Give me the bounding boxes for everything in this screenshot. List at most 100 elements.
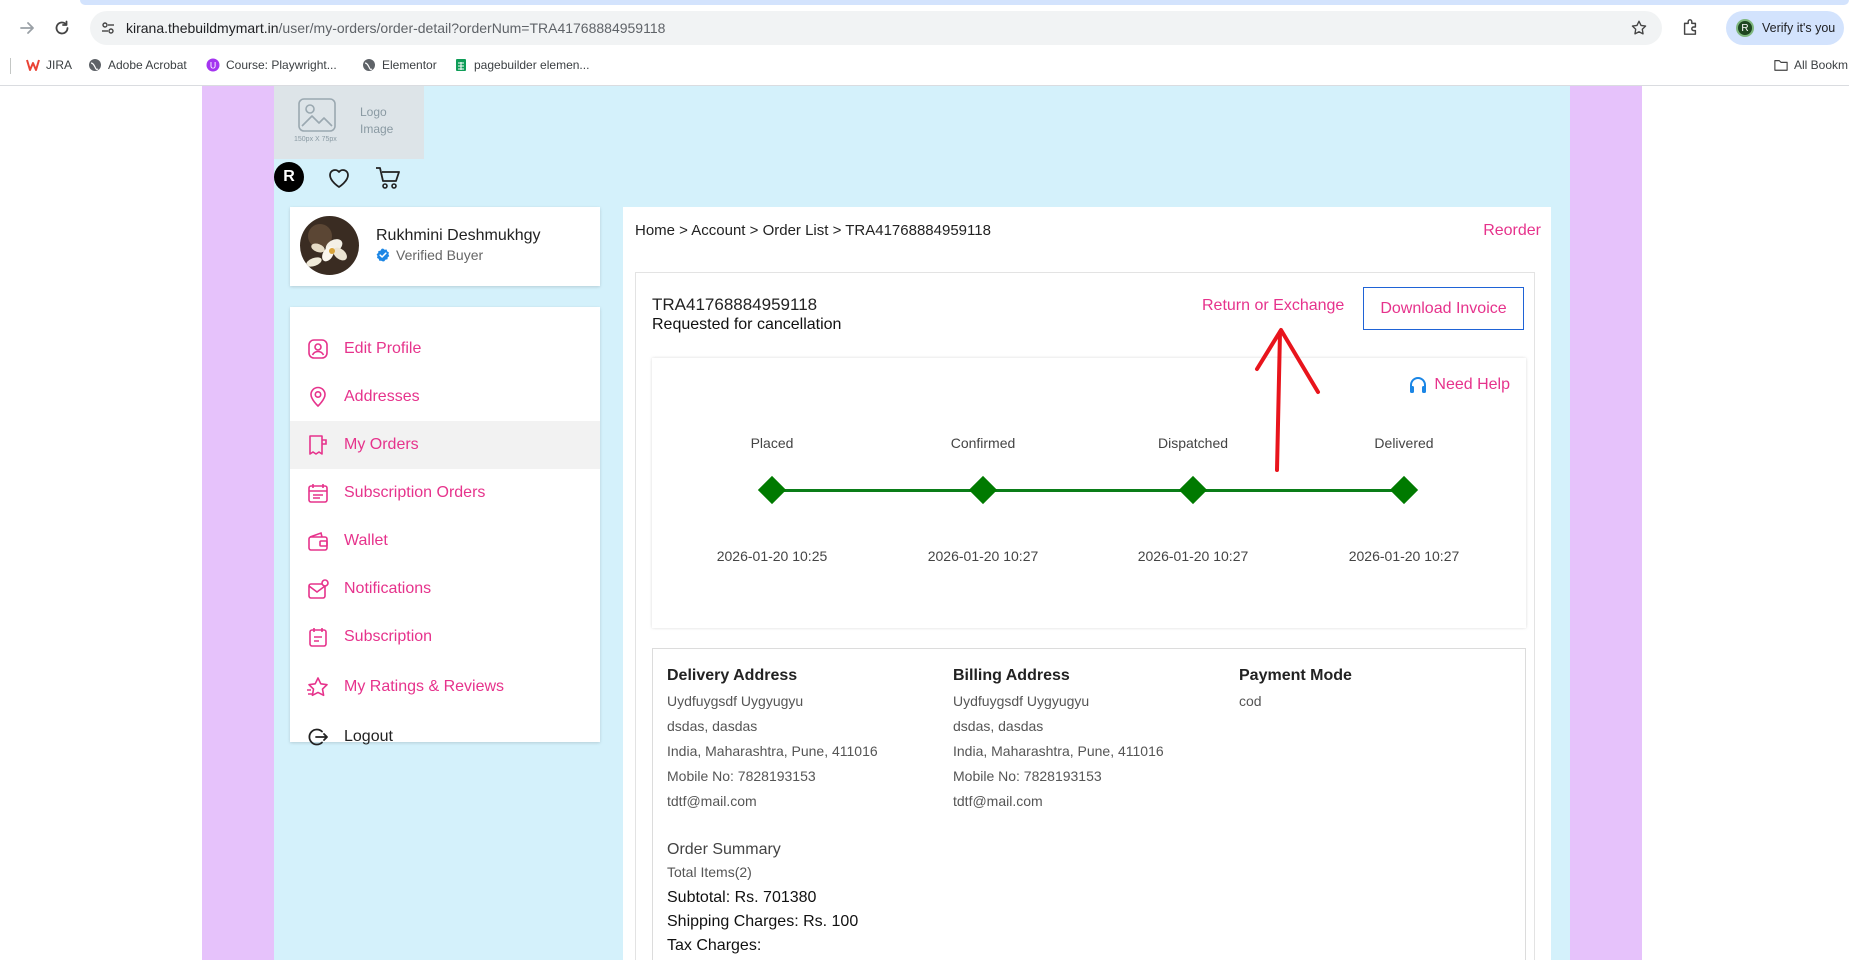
menu-item-subscription-orders[interactable]: Subscription Orders <box>290 469 600 517</box>
menu-item-edit-profile[interactable]: Edit Profile <box>290 325 600 373</box>
payment-mode-value: cod <box>1239 693 1262 709</box>
bookmark-course-playwright[interactable]: U Course: Playwright... <box>206 54 337 76</box>
step-date-dispatched: 2026-01-20 10:27 <box>1137 548 1249 564</box>
step-label-confirmed: Confirmed <box>950 435 1016 451</box>
step-label-delivered: Delivered <box>1374 435 1434 451</box>
profile-photo <box>300 216 359 275</box>
star-icon <box>306 675 330 699</box>
step-date-delivered: 2026-01-20 10:27 <box>1348 548 1460 564</box>
profile-verify-button[interactable]: R Verify it's you <box>1726 11 1844 45</box>
verified-buyer-badge: Verified Buyer <box>376 247 483 263</box>
bookmark-pagebuilder[interactable]: pagebuilder elemen... <box>454 54 589 76</box>
folder-icon <box>1774 58 1788 72</box>
delivery-address: Delivery Address Uydfuygsdf Uygyugyu dsd… <box>667 667 937 814</box>
user-avatar[interactable]: R <box>274 162 304 192</box>
image-placeholder-icon <box>298 98 336 132</box>
profile-avatar-icon: R <box>1736 19 1754 37</box>
address-bar[interactable]: kirana.thebuildmymart.in/user/my-orders/… <box>90 11 1662 45</box>
bookmarks-bar: JIRA Adobe Acrobat U Course: Playwright.… <box>0 54 1849 76</box>
left-margin <box>202 86 274 960</box>
sheets-icon <box>454 58 468 72</box>
globe-icon <box>88 58 102 72</box>
course-icon: U <box>206 58 220 72</box>
billing-line: India, Maharashtra, Pune, 411016 <box>953 743 1164 759</box>
download-invoice-button[interactable]: Download Invoice <box>1363 287 1524 330</box>
right-margin <box>1570 86 1642 960</box>
billing-line: Mobile No: 7828193153 <box>953 768 1102 784</box>
delivery-line: Mobile No: 7828193153 <box>667 768 816 784</box>
menu-item-my-orders[interactable]: My Orders <box>290 421 600 469</box>
order-summary: Order Summary Total Items(2) Subtotal: R… <box>667 841 858 960</box>
tab-strip <box>0 0 1849 6</box>
step-date-confirmed: 2026-01-20 10:27 <box>927 548 1039 564</box>
delivery-address-title: Delivery Address <box>667 667 798 684</box>
billing-line: dsdas, dasdas <box>953 718 1044 734</box>
address-payment-box: Delivery Address Uydfuygsdf Uygyugyu dsd… <box>652 648 1526 960</box>
step-date-placed: 2026-01-20 10:25 <box>716 548 828 564</box>
order-tracking: Need Help Placed Confirmed Dispatched De… <box>652 358 1526 628</box>
delivery-line: Uydfuygsdf Uygyugyu <box>667 693 804 709</box>
order-detail-panel: Home > Account > Order List > TRA4176888… <box>623 207 1551 960</box>
profile-name: Rukhmini Deshmukhgy <box>376 227 541 244</box>
breadcrumb[interactable]: Home > Account > Order List > TRA4176888… <box>635 222 991 239</box>
billing-address: Billing Address Uydfuygsdf Uygyugyu dsda… <box>953 667 1223 814</box>
logo-placeholder[interactable]: Logo Image 150px X 75px <box>274 86 424 159</box>
logo-text: Logo Image <box>360 105 394 136</box>
forward-icon[interactable] <box>14 15 40 41</box>
logout-icon <box>306 725 330 749</box>
subtotal: Subtotal: Rs. 701380 <box>667 889 817 906</box>
menu-item-logout[interactable]: Logout <box>290 713 600 761</box>
wallet-icon <box>306 529 330 553</box>
wishlist-heart-icon[interactable] <box>326 165 352 191</box>
step-label-dispatched: Dispatched <box>1157 435 1229 451</box>
bookmark-jira[interactable]: JIRA <box>26 54 72 76</box>
verified-check-icon <box>376 248 390 262</box>
menu-item-wallet[interactable]: Wallet <box>290 517 600 565</box>
subscription-orders-icon <box>306 481 330 505</box>
profile-card: Rukhmini Deshmukhgy Verified Buyer <box>290 207 600 286</box>
tracking-line <box>772 489 1404 492</box>
step-marker-dispatched <box>1178 475 1208 505</box>
delivery-line: tdtf@mail.com <box>667 793 757 809</box>
step-marker-confirmed <box>968 475 998 505</box>
cart-icon[interactable] <box>374 164 402 192</box>
jira-icon <box>26 58 40 72</box>
order-card: TRA41768884959118 Requested for cancella… <box>635 272 1535 960</box>
menu-item-subscription[interactable]: Subscription <box>290 613 600 661</box>
bookmark-adobe-acrobat[interactable]: Adobe Acrobat <box>88 54 187 76</box>
subscription-icon <box>306 625 330 649</box>
extensions-icon[interactable] <box>1678 15 1702 39</box>
tax-charges: Tax Charges: <box>667 937 762 954</box>
verify-label: Verify it's you <box>1762 21 1836 35</box>
site-settings-icon[interactable] <box>98 18 118 38</box>
account-menu: Edit Profile Addresses My Orders Subscri… <box>290 307 600 746</box>
bookmark-elementor[interactable]: Elementor <box>362 54 437 76</box>
billing-line: tdtf@mail.com <box>953 793 1043 809</box>
billing-line: Uydfuygsdf Uygyugyu <box>953 693 1090 709</box>
menu-item-addresses[interactable]: Addresses <box>290 373 600 421</box>
url-text: kirana.thebuildmymart.in/user/my-orders/… <box>126 20 666 36</box>
all-bookmarks[interactable]: All Bookm <box>1774 54 1848 76</box>
payment-mode: Payment Mode cod <box>1239 667 1509 714</box>
reload-icon[interactable] <box>49 15 75 41</box>
user-icon <box>306 337 330 361</box>
globe-icon <box>362 58 376 72</box>
step-marker-delivered <box>1389 475 1419 505</box>
bookmark-star-icon[interactable] <box>1628 17 1650 39</box>
browser-chrome: kirana.thebuildmymart.in/user/my-orders/… <box>0 0 1849 86</box>
location-pin-icon <box>306 385 330 409</box>
page-viewport: Logo Image 150px X 75px R Rukhmini Deshm… <box>0 86 1849 960</box>
notification-icon <box>306 577 330 601</box>
menu-item-notifications[interactable]: Notifications <box>290 565 600 613</box>
shipping-charges: Shipping Charges: Rs. 100 <box>667 913 859 930</box>
order-status: Requested for cancellation <box>652 316 842 333</box>
billing-address-title: Billing Address <box>953 667 1070 684</box>
return-exchange-link[interactable]: Return or Exchange <box>1202 297 1344 315</box>
need-help-link[interactable]: Need Help <box>1408 375 1510 395</box>
delivery-line: India, Maharashtra, Pune, 411016 <box>667 743 878 759</box>
delivery-line: dsdas, dasdas <box>667 718 758 734</box>
menu-item-ratings-reviews[interactable]: My Ratings & Reviews <box>290 663 600 711</box>
headphones-icon <box>1410 377 1427 393</box>
step-marker-placed <box>757 475 787 505</box>
reorder-link[interactable]: Reorder <box>1483 222 1541 240</box>
